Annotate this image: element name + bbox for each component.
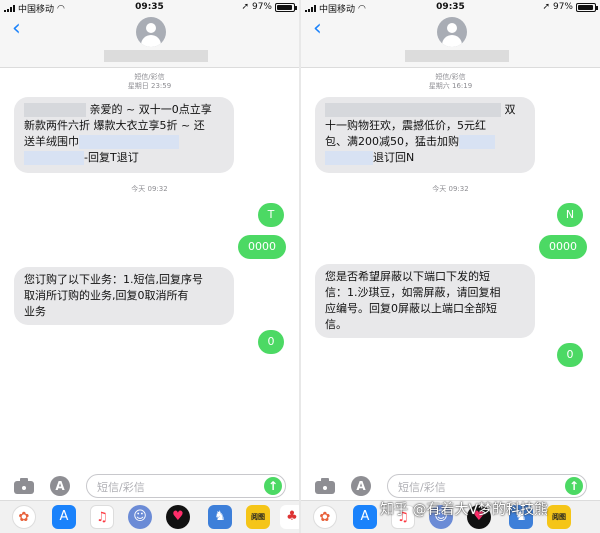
- right-screenshot: 中国移动 ◠ 09:35 ➚ 97% ‹ 短信/彩信 星期六 16:19 双 十…: [301, 0, 600, 533]
- conversation-time-divider: 今天 09:32: [432, 185, 469, 193]
- photos-icon[interactable]: ✿: [313, 505, 337, 529]
- message-line: 送羊绒围巾: [24, 135, 79, 148]
- contact-avatar-icon[interactable]: [437, 17, 467, 47]
- message-line: 信：1.沙琪豆，如需屏蔽，请回复相: [325, 286, 501, 299]
- location-icon: ➚: [542, 2, 550, 12]
- outgoing-message[interactable]: N: [557, 203, 583, 227]
- outgoing-message[interactable]: 0: [557, 343, 583, 367]
- back-chevron-icon[interactable]: ‹: [313, 18, 322, 40]
- incoming-message[interactable]: 您是否希望屏蔽以下端口下发的短 信：1.沙琪豆，如需屏蔽，请回复相 应编号。回复…: [315, 264, 535, 338]
- message-input[interactable]: 短信/彩信 ↑: [86, 474, 286, 498]
- photos-icon[interactable]: ✿: [12, 505, 36, 529]
- app-store-icon[interactable]: A: [353, 505, 377, 529]
- back-chevron-icon[interactable]: ‹: [12, 18, 21, 40]
- watermark: 知乎 @有着大V梦的科技熊: [380, 502, 549, 518]
- message-input-placeholder: 短信/彩信: [97, 481, 145, 494]
- thread-date: 星期日 23:59: [127, 82, 172, 90]
- incoming-message[interactable]: 您订购了以下业务：1.短信,回复序号 取消所订购的业务,回复0取消所有 业务: [14, 267, 234, 325]
- message-line: 新款两件六折 爆款大衣立享5折 ~ 还: [24, 119, 205, 132]
- thread-label: 短信/彩信: [435, 73, 466, 81]
- message-input-placeholder: 短信/彩信: [398, 481, 446, 494]
- battery-icon: [275, 2, 297, 12]
- redaction: [24, 103, 86, 117]
- battery-icon: [576, 2, 598, 12]
- redaction: [79, 135, 179, 149]
- thread-date: 星期六 16:19: [428, 82, 473, 90]
- redaction: [24, 151, 84, 165]
- conversation-time-divider: 今天 09:32: [131, 185, 168, 193]
- message-line: -回复T退订: [84, 151, 139, 164]
- app-store-icon[interactable]: A: [351, 476, 371, 496]
- message-line: 包、满200减50，猛击加购: [325, 135, 459, 148]
- app-store-icon[interactable]: A: [52, 505, 76, 529]
- send-arrow-icon[interactable]: ↑: [264, 477, 282, 495]
- left-screenshot: 中国移动 ◠ 09:35 ➚ 97% ‹ 短信/彩信 星期日 23:59 亲爱的…: [0, 0, 299, 533]
- status-bar: 中国移动 ◠ 09:35 ➚ 97%: [301, 0, 600, 15]
- message-line: 取消所订购的业务,回复0取消所有: [24, 289, 189, 302]
- tile-app-icon[interactable]: 阅图: [246, 505, 270, 529]
- send-arrow-icon[interactable]: ↑: [565, 477, 583, 495]
- app-drawer: ✿ A ♫ ☺ ♥ ♞ 阅图 ♣: [0, 500, 299, 533]
- location-icon: ➚: [241, 2, 249, 12]
- message-line: 亲爱的 ~ 双十一0点立享: [89, 103, 212, 116]
- message-line: 信。: [325, 318, 347, 331]
- message-line: 您是否希望屏蔽以下端口下发的短: [325, 270, 490, 283]
- incoming-message[interactable]: 双 十一购物狂欢，震撼低价，5元红 包、满200减50，猛击加购 退订回N: [315, 97, 535, 173]
- outgoing-message[interactable]: 0: [258, 330, 284, 354]
- contact-name-redacted[interactable]: [405, 50, 509, 62]
- message-line: 双: [504, 103, 516, 116]
- redaction: [459, 135, 495, 149]
- message-line: 您订购了以下业务：1.短信,回复序号: [24, 273, 203, 286]
- composer-bar: A 短信/彩信 ↑: [301, 472, 600, 500]
- app-store-icon[interactable]: A: [50, 476, 70, 496]
- status-bar: 中国移动 ◠ 09:35 ➚ 97%: [0, 0, 299, 15]
- memoji-icon[interactable]: ☺: [128, 505, 152, 529]
- outgoing-message[interactable]: T: [258, 203, 284, 227]
- camera-icon[interactable]: [14, 478, 34, 494]
- battery-percent: 97%: [552, 2, 573, 12]
- rooster-sticker-icon[interactable]: ♣: [280, 505, 299, 529]
- message-line: 应编号。回复0屏蔽以上端口全部短: [325, 302, 497, 315]
- thread-label: 短信/彩信: [134, 73, 165, 81]
- game-icon[interactable]: ♞: [208, 505, 232, 529]
- heart-digital-touch-icon[interactable]: ♥: [166, 505, 190, 529]
- message-line: 业务: [24, 305, 46, 318]
- outgoing-message[interactable]: 0000: [539, 235, 587, 259]
- contact-avatar-icon[interactable]: [136, 17, 166, 47]
- message-input[interactable]: 短信/彩信 ↑: [387, 474, 587, 498]
- incoming-message[interactable]: 亲爱的 ~ 双十一0点立享 新款两件六折 爆款大衣立享5折 ~ 还 送羊绒围巾 …: [14, 97, 234, 173]
- redaction: [325, 103, 501, 117]
- message-line: 十一购物狂欢，震撼低价，5元红: [325, 119, 486, 132]
- camera-icon[interactable]: [315, 478, 335, 494]
- conversation-header: 中国移动 ◠ 09:35 ➚ 97% ‹: [301, 0, 600, 68]
- battery-percent: 97%: [251, 2, 272, 12]
- redaction: [325, 151, 373, 165]
- composer-bar: A 短信/彩信 ↑: [0, 472, 299, 500]
- tile-app-icon[interactable]: 阅图: [547, 505, 571, 529]
- outgoing-message[interactable]: 0000: [238, 235, 286, 259]
- music-icon[interactable]: ♫: [90, 505, 114, 529]
- contact-name-redacted[interactable]: [104, 50, 208, 62]
- message-line: 退订回N: [373, 151, 415, 164]
- conversation-header: 中国移动 ◠ 09:35 ➚ 97% ‹: [0, 0, 299, 68]
